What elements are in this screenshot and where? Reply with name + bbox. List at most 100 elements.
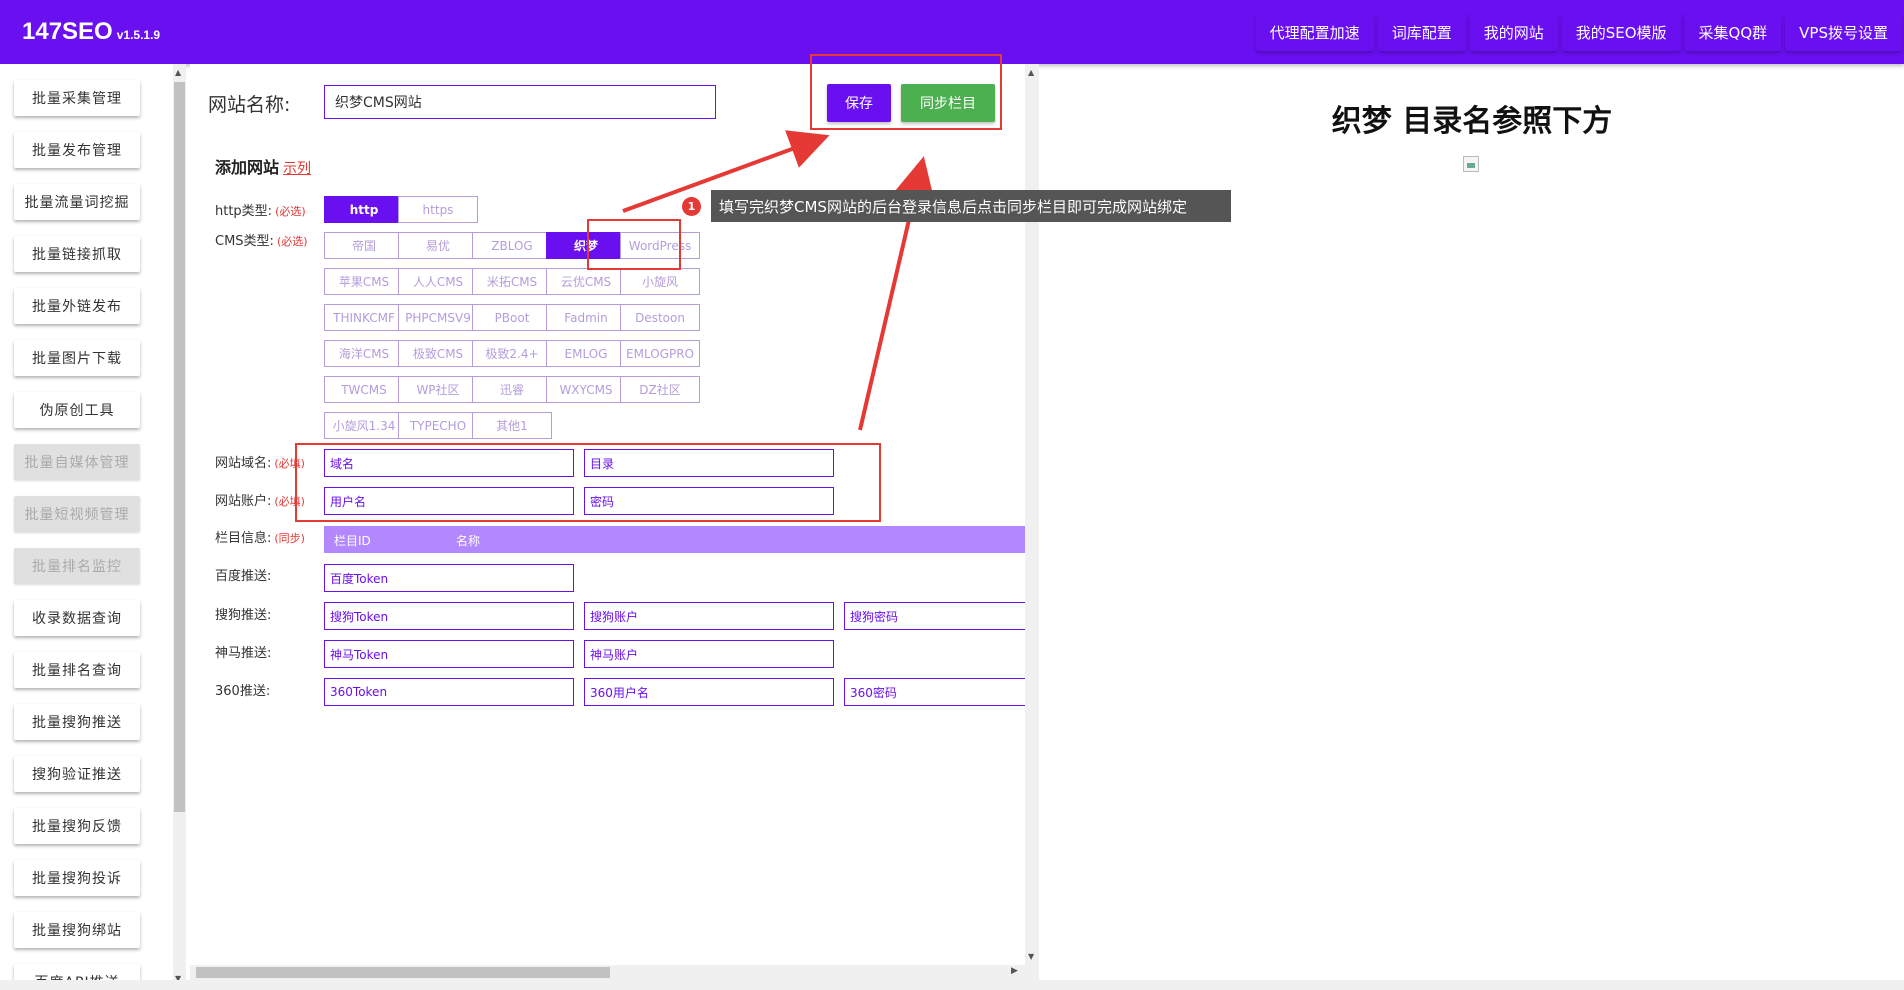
column-table-header: 栏目ID 名称 xyxy=(324,526,1033,553)
shenma-account-input[interactable]: 神马账户 xyxy=(584,640,834,668)
sidebar: 批量采集管理 批量发布管理 批量流量词挖掘 批量链接抓取 批量外链发布 批量图片… xyxy=(0,64,175,990)
sidebar-item-sogou-complaint[interactable]: 批量搜狗投诉 xyxy=(14,860,140,896)
main-horizontal-scrollbar[interactable]: ▶ xyxy=(190,965,1025,980)
cms-option[interactable]: WXYCMS xyxy=(546,376,626,403)
save-button[interactable]: 保存 xyxy=(827,84,891,122)
s360-password-input[interactable]: 360密码 xyxy=(844,678,1033,706)
cms-option-dedecms[interactable]: 织梦 xyxy=(546,232,626,259)
required-mark: (必选) xyxy=(275,205,306,218)
username-input[interactable]: 用户名 xyxy=(324,487,574,515)
cms-option[interactable]: EMLOGPRO xyxy=(620,340,700,367)
cms-option[interactable]: 小旋风 xyxy=(620,268,700,295)
password-input[interactable]: 密码 xyxy=(584,487,834,515)
sidebar-item-traffic-keywords[interactable]: 批量流量词挖掘 xyxy=(14,184,140,220)
section-title: 添加网站 示列 xyxy=(215,154,311,178)
cms-option[interactable]: ZBLOG xyxy=(472,232,552,259)
cms-type-text: CMS类型: xyxy=(215,234,274,249)
sidebar-item-backlink-publish[interactable]: 批量外链发布 xyxy=(14,288,140,324)
baidu-push-label: 百度推送: xyxy=(215,569,272,584)
cms-option[interactable]: 帝国 xyxy=(324,232,404,259)
baidu-token-input[interactable]: 百度Token xyxy=(324,564,574,592)
sync-columns-button[interactable]: 同步栏目 xyxy=(901,84,995,122)
sidebar-item-index-query[interactable]: 收录数据查询 xyxy=(14,600,140,636)
app-version: v1.5.1.9 xyxy=(116,28,161,42)
s360-username-input[interactable]: 360用户名 xyxy=(584,678,834,706)
sidebar-item-batch-publish[interactable]: 批量发布管理 xyxy=(14,132,140,168)
cms-option[interactable]: 易优 xyxy=(398,232,478,259)
http-option-https[interactable]: https xyxy=(398,196,478,223)
cms-option[interactable]: 云优CMS xyxy=(546,268,626,295)
nav-qq-group[interactable]: 采集QQ群 xyxy=(1685,14,1782,51)
cms-option[interactable]: Destoon xyxy=(620,304,700,331)
cms-option[interactable]: 人人CMS xyxy=(398,268,478,295)
sidebar-item-batch-collect[interactable]: 批量采集管理 xyxy=(14,80,140,116)
sidebar-item-sogou-push[interactable]: 批量搜狗推送 xyxy=(14,704,140,740)
sidebar-item-media-manage: 批量自媒体管理 xyxy=(14,444,140,480)
cms-option[interactable]: TWCMS xyxy=(324,376,404,403)
nav-my-sites[interactable]: 我的网站 xyxy=(1470,14,1558,51)
http-option-http[interactable]: http xyxy=(324,196,404,223)
nav-vps-dialup[interactable]: VPS拨号设置 xyxy=(1785,14,1902,51)
sidebar-item-sogou-verify-push[interactable]: 搜狗验证推送 xyxy=(14,756,140,792)
http-type-label: http类型: (必选) xyxy=(215,200,306,219)
required-fill-mark: (必填) xyxy=(274,457,305,470)
sogou-password-input[interactable]: 搜狗密码 xyxy=(844,602,1033,630)
cms-option[interactable]: Fadmin xyxy=(546,304,626,331)
nav-thesaurus-config[interactable]: 词库配置 xyxy=(1378,14,1466,51)
scroll-right-icon[interactable]: ▶ xyxy=(1011,966,1018,976)
account-text: 网站账户: xyxy=(215,494,272,509)
sogou-account-input[interactable]: 搜狗账户 xyxy=(584,602,834,630)
s360-token-input[interactable]: 360Token xyxy=(324,678,574,706)
cms-option[interactable]: TYPECHO xyxy=(398,412,478,439)
sidebar-item-sogou-feedback[interactable]: 批量搜狗反馈 xyxy=(14,808,140,844)
http-type-text: http类型: xyxy=(215,204,273,219)
scroll-up-icon[interactable]: ▲ xyxy=(175,68,181,77)
column-info-label: 栏目信息: (同步) xyxy=(215,527,305,546)
app-brand: 147SEO xyxy=(22,18,113,45)
sidebar-item-image-download[interactable]: 批量图片下载 xyxy=(14,340,140,376)
cms-option[interactable]: EMLOG xyxy=(546,340,626,367)
cms-option[interactable]: 小旋风1.34 xyxy=(324,412,404,439)
cms-option[interactable]: PBoot xyxy=(472,304,552,331)
sidebar-item-pseudo-original[interactable]: 伪原创工具 xyxy=(14,392,140,428)
directory-input[interactable]: 目录 xyxy=(584,449,834,477)
site-name-input[interactable]: 织梦CMS网站 xyxy=(324,85,716,119)
cms-option[interactable]: THINKCMF xyxy=(324,304,404,331)
sidebar-item-rank-query[interactable]: 批量排名查询 xyxy=(14,652,140,688)
scroll-down-icon[interactable]: ▼ xyxy=(1028,952,1034,961)
cms-option[interactable]: 海洋CMS xyxy=(324,340,404,367)
cms-option[interactable]: 其他1 xyxy=(472,412,552,439)
sogou-push-label: 搜狗推送: xyxy=(215,608,272,623)
cms-option[interactable]: 迅睿 xyxy=(472,376,552,403)
sync-mark: (同步) xyxy=(274,532,305,545)
cms-option[interactable]: 苹果CMS xyxy=(324,268,404,295)
sidebar-scroll-thumb[interactable] xyxy=(174,82,185,812)
account-label: 网站账户: (必填) xyxy=(215,490,305,509)
site-name-label: 网站名称: xyxy=(208,94,291,116)
scroll-up-icon[interactable]: ▲ xyxy=(1028,68,1034,77)
sidebar-scrollbar[interactable]: ▲ ▼ xyxy=(173,64,186,990)
cms-option[interactable]: WP社区 xyxy=(398,376,478,403)
shenma-token-input[interactable]: 神马Token xyxy=(324,640,574,668)
cms-option[interactable]: 米拓CMS xyxy=(472,268,552,295)
cms-option[interactable]: WordPress xyxy=(620,232,700,259)
column-name-header: 名称 xyxy=(456,534,481,548)
cms-option[interactable]: 极致2.4+ xyxy=(472,340,552,367)
horizontal-scroll-thumb[interactable] xyxy=(196,967,610,978)
example-link[interactable]: 示列 xyxy=(283,161,311,177)
reference-title: 织梦 目录名参照下方 xyxy=(1331,104,1613,139)
sidebar-item-link-crawl[interactable]: 批量链接抓取 xyxy=(14,236,140,272)
domain-input[interactable]: 域名 xyxy=(324,449,574,477)
nav-my-seo-templates[interactable]: 我的SEO模版 xyxy=(1562,14,1681,51)
cms-type-label: CMS类型: (必选) xyxy=(215,230,308,249)
add-site-heading: 添加网站 xyxy=(215,158,280,177)
cms-option[interactable]: 极致CMS xyxy=(398,340,478,367)
s360-push-label: 360推送: xyxy=(215,684,271,699)
sogou-token-input[interactable]: 搜狗Token xyxy=(324,602,574,630)
sidebar-item-sogou-bind[interactable]: 批量搜狗绑站 xyxy=(14,912,140,948)
cms-option[interactable]: DZ社区 xyxy=(620,376,700,403)
cms-option[interactable]: PHPCMSV9 xyxy=(398,304,478,331)
nav-proxy-config[interactable]: 代理配置加速 xyxy=(1256,14,1374,51)
column-info-text: 栏目信息: xyxy=(215,531,272,546)
domain-text: 网站域名: xyxy=(215,456,272,471)
